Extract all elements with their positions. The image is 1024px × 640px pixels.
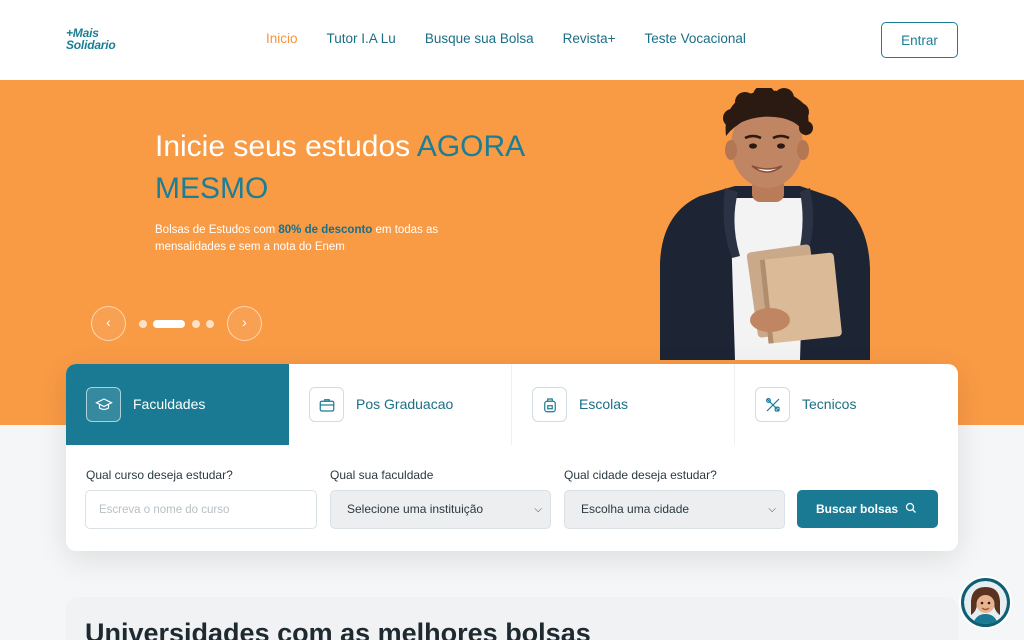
- nav-item-revista[interactable]: Revista+: [563, 31, 616, 49]
- course-label: Qual curso deseja estudar?: [86, 468, 233, 482]
- carousel-dot-1[interactable]: [139, 320, 147, 328]
- nav-item-inicio[interactable]: Inicio: [266, 31, 298, 49]
- tab-label: Escolas: [579, 396, 629, 412]
- hero-subtitle-highlight: 80% de desconto: [278, 224, 373, 236]
- tab-tecnicos[interactable]: Tecnicos: [735, 364, 958, 445]
- chevron-left-icon: ‹: [106, 314, 111, 330]
- hero-title-main: Inicie seus estudos: [155, 130, 417, 163]
- city-label: Qual cidade deseja estudar?: [564, 468, 717, 482]
- college-select[interactable]: Selecione uma instituição ⌵: [330, 490, 551, 529]
- tools-icon: [755, 387, 790, 422]
- section-title: Universidades com as melhores bolsas: [85, 618, 591, 640]
- hero-subtitle: Bolsas de Estudos com 80% de desconto em…: [155, 222, 475, 256]
- main-nav: Inicio Tutor I.A Lu Busque sua Bolsa Rev…: [266, 31, 775, 49]
- chevron-right-icon: ›: [242, 314, 247, 330]
- city-select-value: Escolha uma cidade: [581, 502, 690, 516]
- hero-subtitle-start: Bolsas de Estudos com: [155, 224, 279, 236]
- chevron-down-icon: ⌵: [768, 504, 776, 515]
- chat-assistant-button[interactable]: [961, 578, 1010, 627]
- carousel-dot-4[interactable]: [206, 320, 214, 328]
- college-label: Qual sua faculdade: [330, 468, 434, 482]
- tab-label: Tecnicos: [802, 396, 857, 412]
- chevron-down-icon: ⌵: [534, 504, 542, 515]
- tab-label: Pos Graduacao: [356, 396, 454, 412]
- avatar-icon: [964, 581, 1007, 624]
- logo-line-2: Solidario: [66, 38, 116, 52]
- backpack-icon: [532, 387, 567, 422]
- search-scholarships-button[interactable]: Buscar bolsas: [797, 490, 938, 528]
- category-tabs: Faculdades Pos Graduacao Escolas Tecnico…: [66, 364, 958, 445]
- briefcase-icon: [309, 387, 344, 422]
- search-card: Faculdades Pos Graduacao Escolas Tecnico…: [66, 364, 958, 551]
- nav-item-tutor[interactable]: Tutor I.A Lu: [327, 31, 396, 49]
- nav-item-busque-bolsa[interactable]: Busque sua Bolsa: [425, 31, 534, 49]
- nav-item-teste-vocacional[interactable]: Teste Vocacional: [645, 31, 746, 49]
- college-select-value: Selecione uma instituição: [347, 502, 484, 516]
- hero-title: Inicie seus estudos AGORA MESMO: [155, 126, 575, 210]
- search-button-label: Buscar bolsas: [816, 502, 899, 516]
- logo[interactable]: +Mais Solidario: [66, 27, 132, 55]
- carousel-dot-2[interactable]: [153, 320, 185, 328]
- course-search-input[interactable]: [85, 490, 317, 529]
- tab-escolas[interactable]: Escolas: [512, 364, 735, 445]
- carousel-dot-3[interactable]: [192, 320, 200, 328]
- student-photo: [660, 88, 870, 360]
- carousel-next-button[interactable]: ›: [227, 306, 262, 341]
- carousel-prev-button[interactable]: ‹: [91, 306, 126, 341]
- tab-faculdades[interactable]: Faculdades: [66, 364, 289, 445]
- tab-label: Faculdades: [133, 396, 206, 412]
- login-button[interactable]: Entrar: [881, 22, 958, 58]
- search-icon: [905, 502, 917, 517]
- city-select[interactable]: Escolha uma cidade ⌵: [564, 490, 785, 529]
- graduation-cap-icon: [86, 387, 121, 422]
- site-header: +Mais Solidario Inicio Tutor I.A Lu Busq…: [0, 0, 1024, 80]
- tab-pos-graduacao[interactable]: Pos Graduacao: [289, 364, 512, 445]
